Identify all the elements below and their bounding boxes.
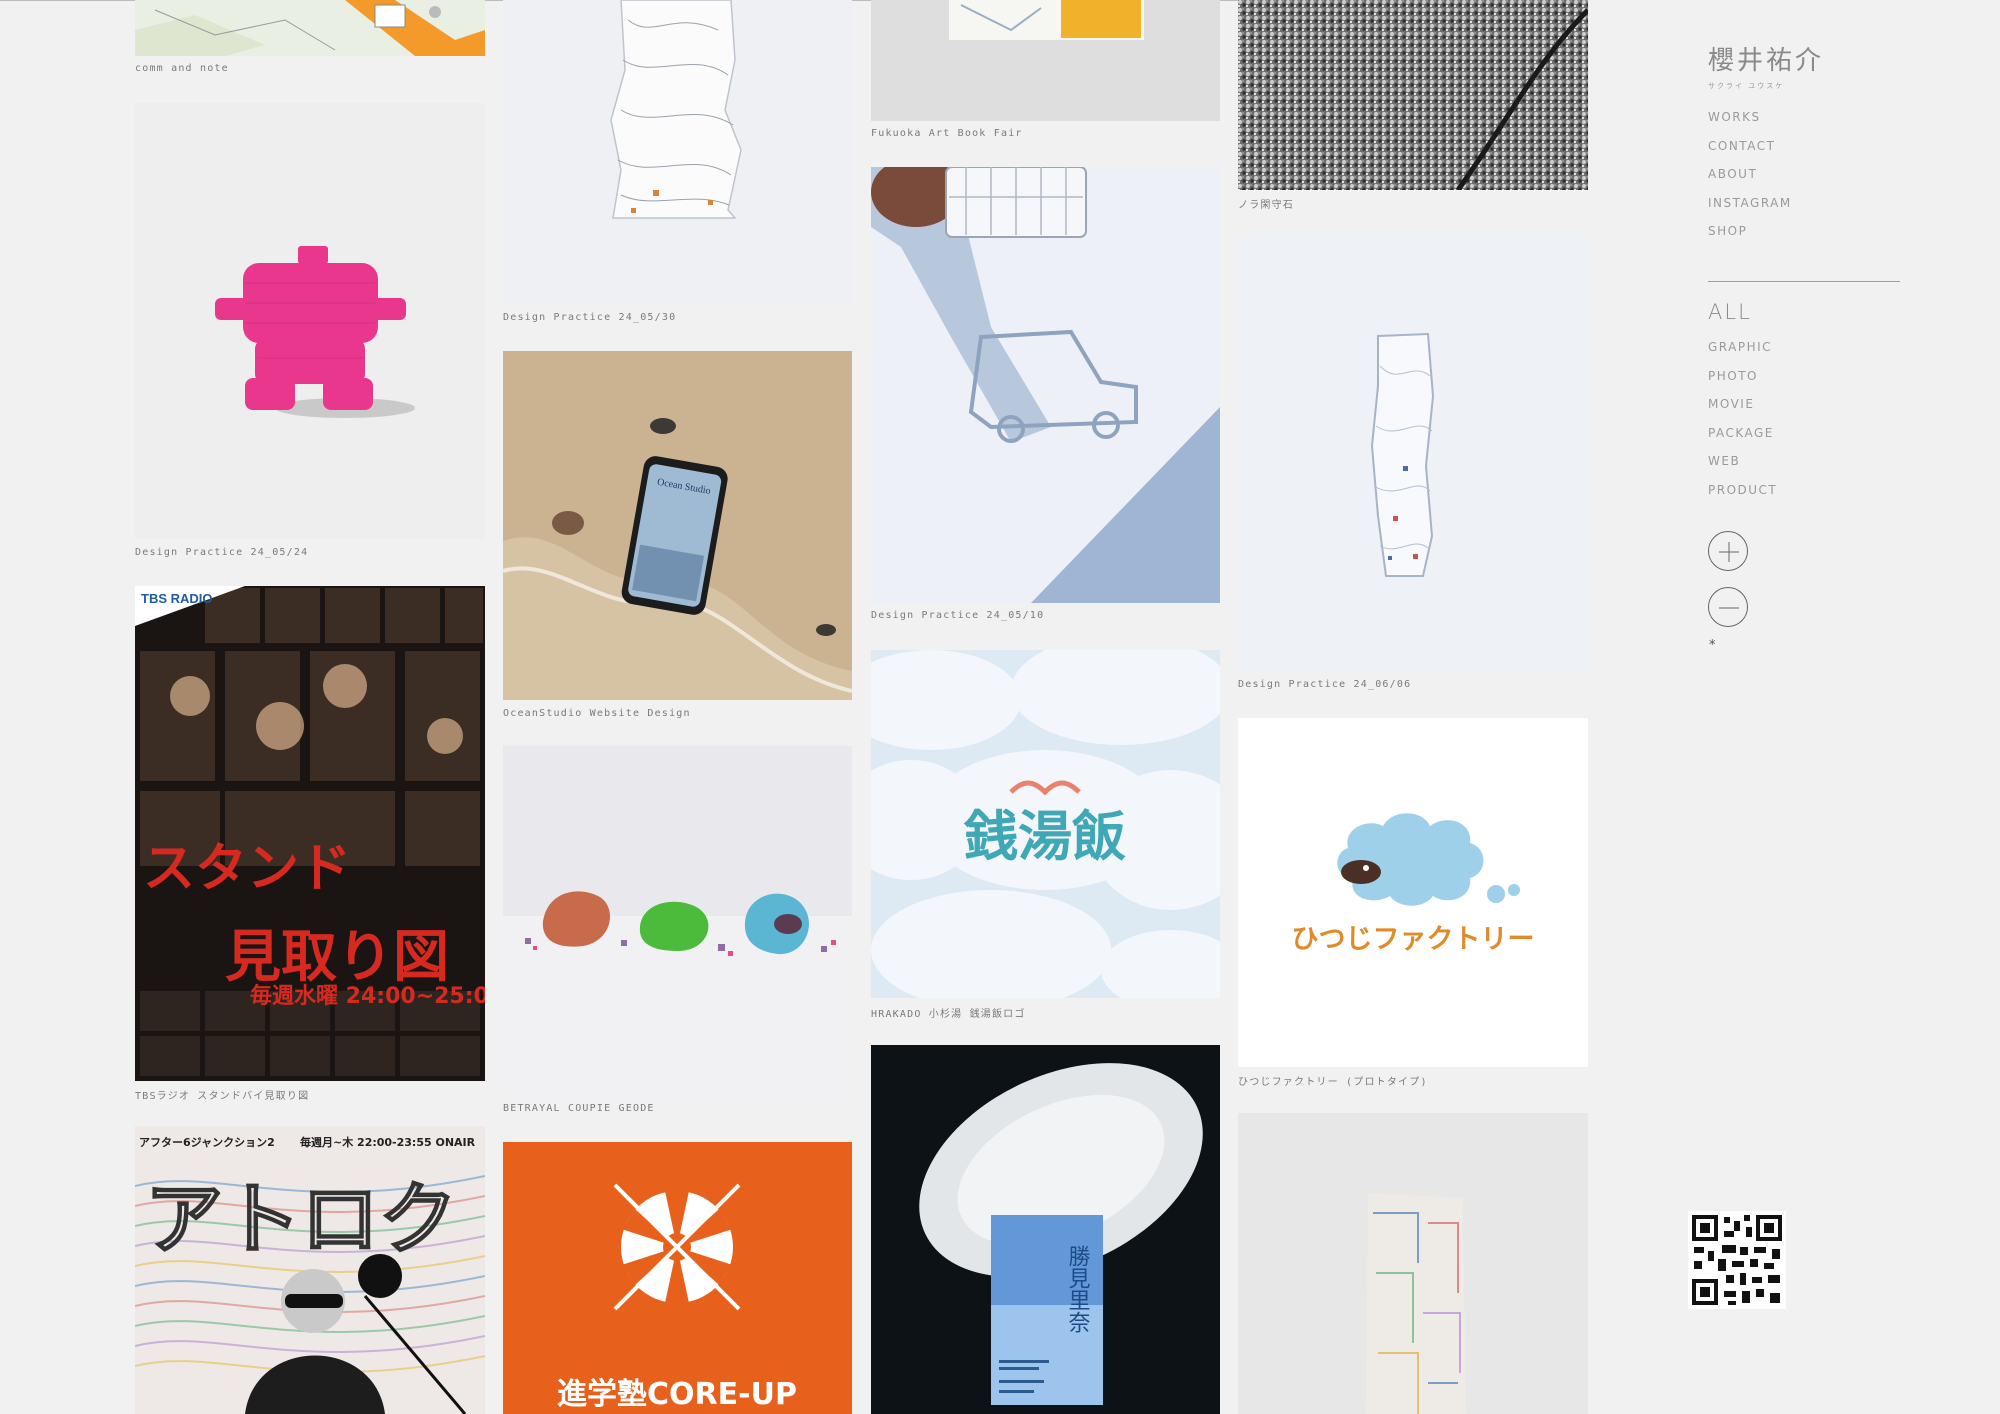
hitsuji-factory-logo: ひつじファクトリー xyxy=(1238,718,1588,1067)
filter-product[interactable]: PRODUCT xyxy=(1708,476,1777,505)
sentoumeshi-logo: 銭湯飯 xyxy=(871,650,1220,998)
plus-icon xyxy=(1719,542,1739,562)
atoroku-sculpture-photo xyxy=(1238,1113,1588,1414)
filter-movie[interactable]: MOVIE xyxy=(1708,390,1777,419)
work-tile-pink-figure[interactable] xyxy=(135,103,485,539)
filter-all[interactable]: ALL xyxy=(1708,300,1752,324)
work-tile-core-up[interactable]: 進学塾CORE-UP xyxy=(503,1142,852,1414)
work-tile-fukuoka-art-book-fair[interactable] xyxy=(871,0,1220,121)
work-tile-design-practice-0530[interactable] xyxy=(503,0,852,305)
poster-title-line: スタンド xyxy=(143,839,351,899)
category-filter-list: GRAPHIC PHOTO MOVIE PACKAGE WEB PRODUCT xyxy=(1708,333,1777,504)
work-caption[interactable]: Fukuoka Art Book Fair xyxy=(871,128,1023,139)
work-caption[interactable]: OceanStudio Website Design xyxy=(503,708,691,719)
tbs-poster: TBS RADIO スタンド 見取り図 毎週水曜 24:00~25:00 xyxy=(135,586,485,1081)
zoom-out-button[interactable] xyxy=(1708,587,1748,627)
poster-title: アトロク xyxy=(145,1175,457,1265)
nav-works-link[interactable]: WORKS xyxy=(1708,103,1908,132)
tbs-radio-badge: TBS RADIO xyxy=(141,591,213,606)
work-tile-nora-sekishu-stone[interactable] xyxy=(1238,0,1588,190)
beach-phone-photo: Ocean Studio xyxy=(503,351,852,700)
acrylic-sculpture-photo xyxy=(503,0,852,305)
card-name: 勝見里奈 xyxy=(1065,1245,1091,1333)
work-tile-design-practice-0606[interactable] xyxy=(1238,236,1588,672)
work-caption[interactable]: Design Practice 24_05/30 xyxy=(503,312,676,323)
poster-brand: アフター6ジャンクション2 xyxy=(139,1136,275,1149)
nav-shop-link[interactable]: SHOP xyxy=(1708,217,1908,246)
work-tile-oceanstudio[interactable]: Ocean Studio xyxy=(503,351,852,700)
work-caption[interactable]: TBSラジオ スタンドバイ見取り図 xyxy=(135,1087,309,1102)
car-shadow-photo xyxy=(871,167,1220,603)
filter-photo[interactable]: PHOTO xyxy=(1708,362,1777,391)
core-up-logo: 進学塾CORE-UP xyxy=(503,1142,852,1414)
asterisk-mark: * xyxy=(1709,638,1716,653)
geode-objects-photo xyxy=(503,746,852,1096)
map-illustration xyxy=(135,0,485,56)
atoroku-poster: アフター6ジャンクション2 毎週月~木 22:00-23:55 ONAIR アト… xyxy=(135,1126,485,1414)
work-caption[interactable]: Design Practice 24_05/24 xyxy=(135,547,308,558)
sentoumeshi-logotype: 銭湯飯 xyxy=(963,805,1126,868)
work-caption[interactable]: Design Practice 24_06/06 xyxy=(1238,679,1411,690)
work-tile-business-card[interactable]: 勝見里奈 xyxy=(871,1045,1220,1414)
acrylic-block-photo xyxy=(1238,236,1588,672)
work-tile-tbs-radio-poster[interactable]: TBS RADIO スタンド 見取り図 毎週水曜 24:00~25:00 xyxy=(135,586,485,1081)
site-title[interactable]: 櫻井祐介 xyxy=(1708,40,1908,77)
work-tile-betrayal-coupie-geode[interactable] xyxy=(503,746,852,1096)
site-title-kana: サクライ ユウスケ xyxy=(1708,82,1785,90)
filter-graphic[interactable]: GRAPHIC xyxy=(1708,333,1777,362)
work-tile-hitsuji-factory[interactable]: ひつじファクトリー xyxy=(1238,718,1588,1067)
work-tile-design-practice-0510[interactable] xyxy=(871,167,1220,603)
work-caption[interactable]: Design Practice 24_05/10 xyxy=(871,610,1044,621)
filter-web[interactable]: WEB xyxy=(1708,447,1777,476)
business-card-photo: 勝見里奈 xyxy=(871,1045,1220,1414)
work-caption[interactable]: HRAKADO 小杉湯 銭湯飯ロゴ xyxy=(871,1005,1026,1020)
sidebar: 櫻井祐介 サクライ ユウスケ WORKS CONTACT ABOUT INSTA… xyxy=(1708,40,1908,246)
core-up-logotype: 進学塾CORE-UP xyxy=(557,1377,797,1412)
sidebar-divider xyxy=(1708,281,1900,282)
filter-package[interactable]: PACKAGE xyxy=(1708,419,1777,448)
nav-contact-link[interactable]: CONTACT xyxy=(1708,132,1908,161)
work-tile-atoroku-sculpture[interactable] xyxy=(1238,1113,1588,1414)
nav-instagram-link[interactable]: INSTAGRAM xyxy=(1708,189,1908,218)
work-tile-atoroku-poster[interactable]: アフター6ジャンクション2 毎週月~木 22:00-23:55 ONAIR アト… xyxy=(135,1126,485,1414)
poster-schedule: 毎週水曜 24:00~25:00 xyxy=(250,984,485,1009)
nav-about-link[interactable]: ABOUT xyxy=(1708,160,1908,189)
pink-figure-photo xyxy=(135,103,485,539)
work-caption[interactable]: BETRAYAL COUPIE GEODE xyxy=(503,1103,655,1114)
poster-time: 毎週月~木 22:00-23:55 ONAIR xyxy=(300,1135,476,1149)
main-nav: WORKS CONTACT ABOUT INSTAGRAM SHOP xyxy=(1708,103,1908,246)
qr-code-image xyxy=(1688,1211,1786,1309)
poster-title-line: 見取り図 xyxy=(225,925,449,990)
work-tile-comm-and-note[interactable] xyxy=(135,0,485,56)
work-tile-sentoumeshi[interactable]: 銭湯飯 xyxy=(871,650,1220,998)
qr-code[interactable] xyxy=(1688,1211,1786,1309)
minus-icon xyxy=(1719,607,1739,609)
hitsuji-factory-logotype: ひつじファクトリー xyxy=(1292,924,1535,955)
book-fair-photo xyxy=(871,0,1220,121)
zoom-in-button[interactable] xyxy=(1708,531,1748,571)
gravel-photo xyxy=(1238,0,1588,190)
work-caption[interactable]: comm and note xyxy=(135,63,229,74)
work-caption[interactable]: ひつじファクトリー (プロトタイプ) xyxy=(1238,1073,1428,1088)
work-caption[interactable]: ノラ閑守石 xyxy=(1238,196,1294,211)
